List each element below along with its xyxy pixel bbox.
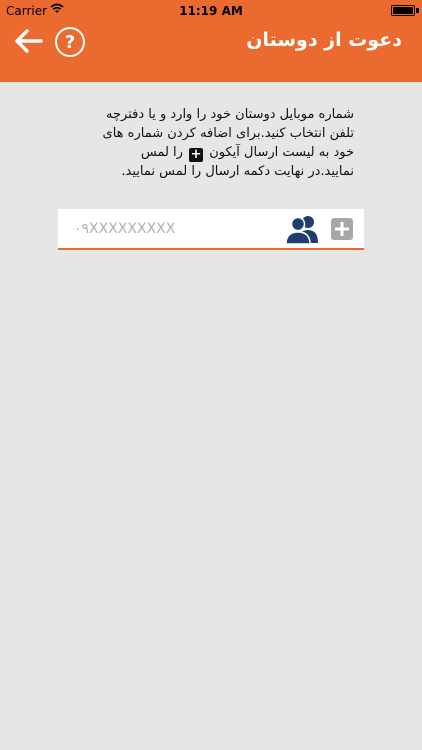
question-circle-icon: ? (64, 31, 76, 53)
battery-tip (416, 8, 419, 13)
phone-input-row (58, 209, 364, 250)
back-button[interactable] (12, 26, 46, 56)
status-time: 11:19 AM (179, 4, 243, 18)
plus-icon (335, 222, 349, 236)
arrow-left-icon (15, 29, 43, 53)
add-number-button[interactable] (331, 218, 353, 240)
invite-friends-screen: Carrier 11:19 AM ? دعوت از دوستان شماره … (0, 0, 422, 750)
header: Carrier 11:19 AM ? دعوت از دوستان (0, 0, 422, 82)
contacts-button[interactable] (284, 213, 320, 245)
contacts-icon (285, 216, 318, 245)
help-button[interactable]: ? (55, 27, 85, 57)
phone-number-input[interactable] (74, 215, 274, 243)
battery-icon (391, 5, 415, 16)
status-bar: Carrier 11:19 AM (0, 0, 422, 22)
plus-square-icon: + (189, 147, 204, 162)
battery-fill (393, 7, 413, 14)
page-title: دعوت از دوستان (246, 29, 402, 51)
instructions-text: شماره موبایل دوستان خود را وارد و یا دفت… (98, 105, 354, 181)
